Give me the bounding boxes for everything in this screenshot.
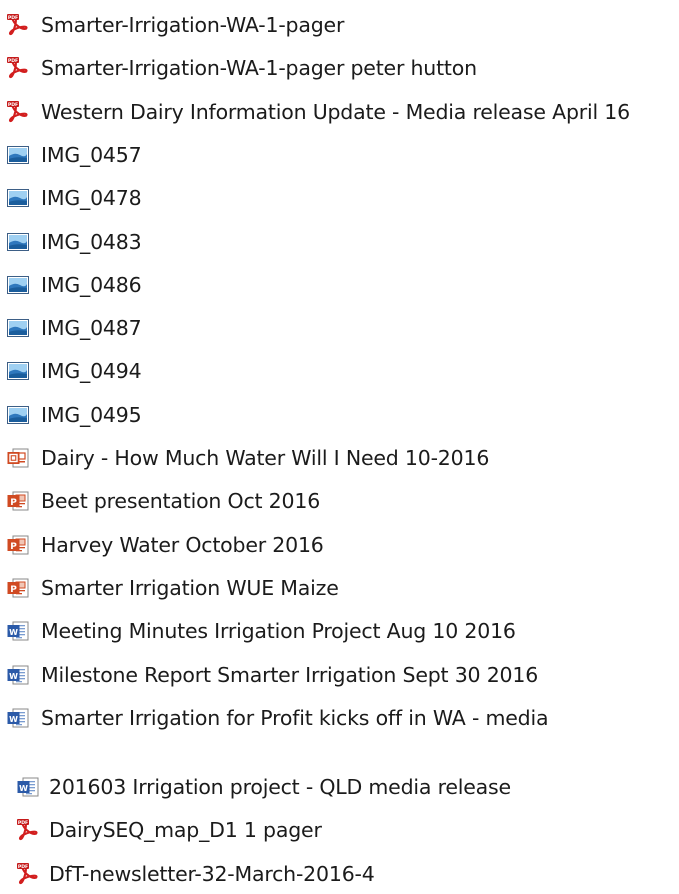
- svg-text:P: P: [10, 498, 17, 508]
- file-name-label: Smarter-Irrigation-WA-1-pager: [41, 13, 345, 37]
- word-icon: W: [6, 619, 30, 643]
- svg-text:PDF: PDF: [8, 101, 18, 107]
- file-name-label: Smarter-Irrigation-WA-1-pager peter hutt…: [41, 56, 477, 81]
- file-name-label: DfT-newsletter-32-March-2016-4: [49, 861, 375, 886]
- file-name-label: Milestone Report Smarter Irrigation Sept…: [41, 662, 539, 687]
- pdf-icon: PDF: [16, 862, 40, 886]
- svg-text:PDF: PDF: [8, 58, 18, 64]
- file-name-label: Dairy - How Much Water Will I Need 10-20…: [41, 446, 490, 470]
- svg-text:PDF: PDF: [18, 820, 28, 826]
- word-icon: W: [6, 663, 30, 687]
- list-item[interactable]: PDF Western Dairy Information Update - M…: [6, 92, 630, 132]
- image-icon: [6, 316, 30, 340]
- svg-text:W: W: [9, 628, 18, 637]
- pdf-icon: PDF: [6, 100, 30, 124]
- list-item[interactable]: PDF Smarter-Irrigation-WA-1-pager peter …: [6, 48, 477, 88]
- svg-text:W: W: [19, 784, 28, 793]
- list-item[interactable]: IMG_0486: [6, 265, 142, 305]
- pdf-icon: PDF: [6, 13, 30, 37]
- image-icon: [6, 143, 30, 167]
- file-list: PDF Smarter-Irrigation-WA-1-pager PDF Sm…: [0, 0, 679, 745]
- list-item[interactable]: W 201603 Irrigation project - QLD media …: [16, 767, 511, 807]
- image-icon: [6, 230, 30, 254]
- word-icon: W: [6, 706, 30, 730]
- svg-text:P: P: [10, 542, 17, 552]
- svg-text:W: W: [9, 671, 18, 680]
- file-name-label: IMG_0494: [41, 359, 142, 384]
- svg-text:P: P: [10, 585, 17, 595]
- list-item[interactable]: IMG_0457: [6, 135, 142, 175]
- list-item[interactable]: IMG_0483: [6, 222, 142, 262]
- file-name-label: IMG_0486: [41, 272, 142, 297]
- list-item[interactable]: P Beet presentation Oct 2016: [6, 481, 320, 521]
- list-item[interactable]: IMG_0487: [6, 308, 142, 348]
- file-name-label: IMG_0478: [41, 186, 142, 211]
- list-item[interactable]: IMG_0495: [6, 395, 142, 435]
- list-item[interactable]: W Smarter Irrigation for Profit kicks of…: [6, 698, 549, 738]
- list-item[interactable]: IMG_0478: [6, 178, 142, 218]
- svg-text:W: W: [9, 715, 18, 724]
- file-name-label: IMG_0457: [41, 142, 142, 167]
- file-name-label: Harvey Water October 2016: [41, 532, 324, 557]
- powerpoint-icon: P: [6, 576, 30, 600]
- file-name-label: Meeting Minutes Irrigation Project Aug 1…: [41, 619, 516, 644]
- svg-text:PDF: PDF: [18, 863, 28, 869]
- list-item[interactable]: W Milestone Report Smarter Irrigation Se…: [6, 655, 538, 695]
- file-name-label: IMG_0487: [41, 316, 142, 341]
- word-icon: W: [16, 775, 40, 799]
- file-name-label: IMG_0495: [41, 402, 142, 427]
- file-name-label: DairySEQ_map_D1 1 pager: [49, 818, 322, 843]
- file-name-label: IMG_0483: [41, 229, 142, 254]
- file-name-label: Western Dairy Information Update - Media…: [41, 99, 630, 124]
- pdf-icon: PDF: [6, 56, 30, 80]
- powerpoint-show-icon: [6, 446, 30, 470]
- image-icon: [6, 403, 30, 427]
- image-icon: [6, 359, 30, 383]
- list-item[interactable]: P Harvey Water October 2016: [6, 525, 324, 565]
- image-icon: [6, 186, 30, 210]
- file-name-label: Smarter Irrigation WUE Maize: [41, 575, 339, 600]
- powerpoint-icon: P: [6, 489, 30, 513]
- list-item[interactable]: PDF Smarter-Irrigation-WA-1-pager: [6, 5, 344, 45]
- file-name-label: Smarter Irrigation for Profit kicks off …: [41, 705, 549, 730]
- svg-text:PDF: PDF: [8, 15, 18, 21]
- file-name-label: Beet presentation Oct 2016: [41, 489, 321, 514]
- list-item[interactable]: W Meeting Minutes Irrigation Project Aug…: [6, 611, 516, 651]
- list-item[interactable]: PDF DairySEQ_map_D1 1 pager: [16, 810, 322, 850]
- image-icon: [6, 273, 30, 297]
- file-name-label: 201603 Irrigation project - QLD media re…: [49, 775, 511, 799]
- powerpoint-icon: P: [6, 533, 30, 557]
- list-item[interactable]: Dairy - How Much Water Will I Need 10-20…: [6, 438, 489, 478]
- file-list-secondary: W 201603 Irrigation project - QLD media …: [0, 745, 679, 888]
- list-item[interactable]: P Smarter Irrigation WUE Maize: [6, 568, 339, 608]
- pdf-icon: PDF: [16, 818, 40, 842]
- list-item[interactable]: IMG_0494: [6, 351, 142, 391]
